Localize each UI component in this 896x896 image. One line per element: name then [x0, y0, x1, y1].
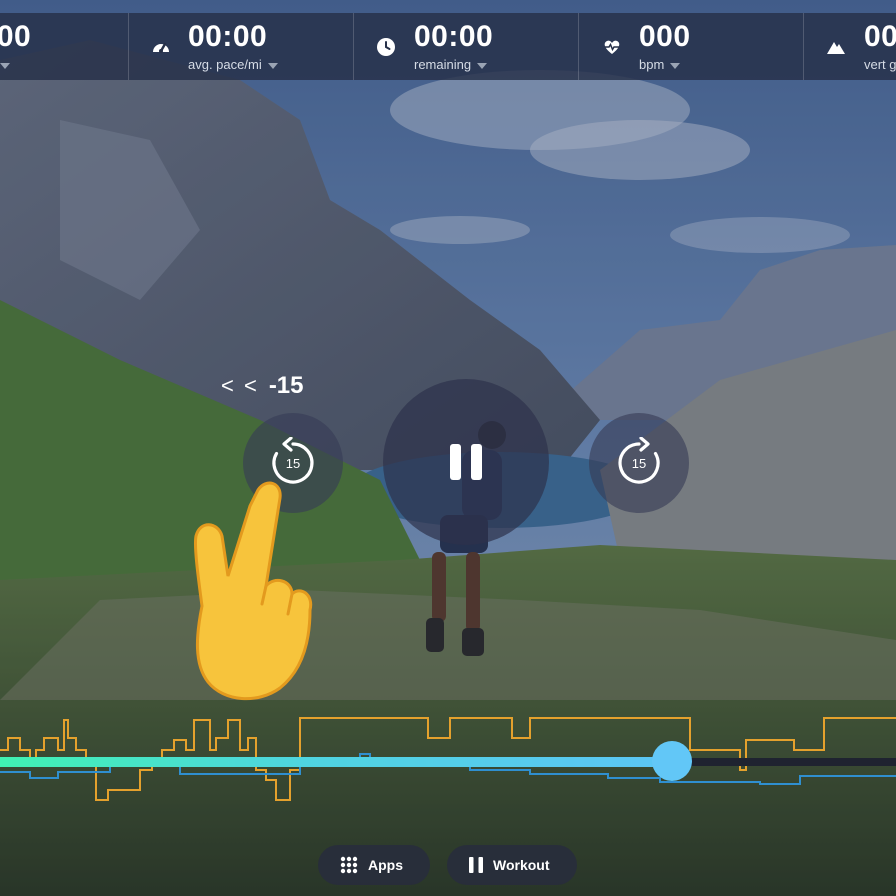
clock-icon	[377, 38, 395, 56]
vertical-gain-value: 00	[864, 20, 896, 53]
skip-back-indicator: < < -15	[221, 372, 304, 400]
mountain-icon	[827, 42, 845, 54]
heart-rate-label: bpm	[639, 57, 681, 72]
apps-label: Apps	[368, 857, 403, 873]
heart-rate-value: 000	[639, 20, 691, 53]
workout-button[interactable]: Workout	[447, 845, 577, 885]
remaining-label-text: remaining	[414, 57, 472, 72]
speedometer-icon	[153, 42, 169, 53]
apps-button[interactable]: Apps	[318, 845, 430, 885]
chevron-down-icon	[0, 62, 10, 69]
stat-distance[interactable]: .00	[0, 13, 128, 80]
pause-icon	[450, 444, 482, 480]
distance-value: .00	[0, 20, 32, 53]
double-chevron-left-icon: < <	[221, 373, 259, 398]
skip-back-value: -15	[268, 372, 304, 399]
stat-heart-rate[interactable]: 000 bpm	[579, 13, 803, 80]
pause-button[interactable]	[383, 379, 549, 545]
distance-label	[0, 57, 10, 72]
avg-pace-label: avg. pace/mi	[188, 57, 278, 72]
forward-seconds: 15	[631, 455, 647, 471]
chevron-down-icon	[670, 62, 681, 69]
vertical-gain-label: vert g	[864, 57, 896, 72]
workout-label: Workout	[493, 857, 550, 873]
remaining-value: 00:00	[414, 20, 494, 53]
avg-pace-label-text: avg. pace/mi	[188, 57, 262, 72]
remaining-label: remaining	[414, 57, 488, 72]
progress-scrubber[interactable]	[652, 741, 692, 781]
workout-stats-bar: .00 00:00 avg. pace/mi 00:00 remaining	[0, 13, 896, 80]
heart-rate-icon	[604, 40, 620, 54]
grid-icon	[340, 856, 358, 874]
chevron-down-icon	[267, 62, 278, 69]
forward-15-button[interactable]: 15	[589, 413, 689, 513]
progress-remaining	[672, 758, 896, 766]
heart-rate-label-text: bpm	[639, 57, 665, 72]
pause-small-icon	[469, 857, 483, 873]
avg-pace-value: 00:00	[188, 20, 268, 53]
progress-fill	[0, 757, 672, 767]
pointing-hand-icon	[193, 481, 313, 701]
stat-vertical-gain[interactable]: 00 vert g	[804, 13, 896, 80]
stat-remaining[interactable]: 00:00 remaining	[354, 13, 578, 80]
chevron-down-icon	[477, 62, 488, 69]
rewind-seconds: 15	[285, 455, 301, 471]
stat-avg-pace[interactable]: 00:00 avg. pace/mi	[129, 13, 353, 80]
